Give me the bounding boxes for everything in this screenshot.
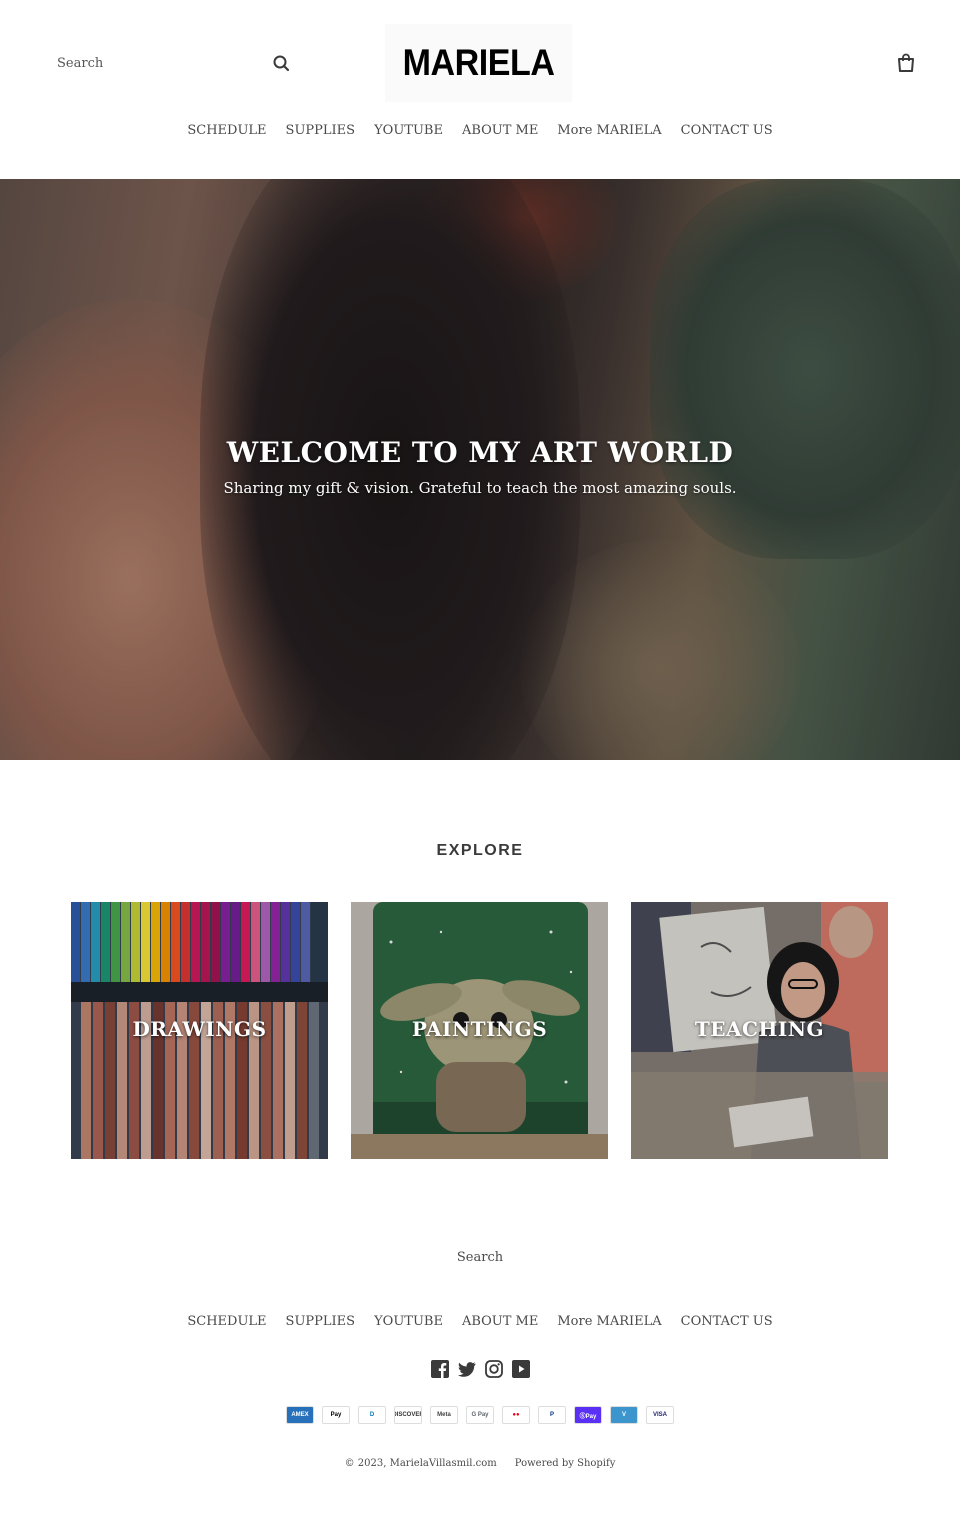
logo-text: MARIELA — [402, 42, 555, 83]
nav-item-youtube[interactable]: YOUTUBE — [365, 123, 453, 138]
meta-pay-icon: Meta — [430, 1406, 458, 1424]
nav-item-schedule[interactable]: SCHEDULE — [178, 123, 276, 138]
nav-item-supplies[interactable]: SUPPLIES — [276, 123, 365, 138]
explore-heading: EXPLORE — [436, 842, 524, 859]
amex-icon: AMEX — [286, 1406, 314, 1424]
tile-label-paintings: PAINTINGS — [411, 1017, 548, 1041]
collection-tile-paintings[interactable]: PAINTINGS — [351, 902, 608, 1159]
footer-nav-item-about-me[interactable]: ABOUT ME — [452, 1314, 547, 1329]
mastercard-icon: ●● — [502, 1406, 530, 1424]
footer-nav-item-youtube[interactable]: YOUTUBE — [365, 1314, 453, 1329]
twitter-icon[interactable] — [457, 1360, 476, 1378]
site-header: MARIELA SCHEDULE SUPPLIES YOUTUBE ABOUT … — [0, 0, 960, 179]
youtube-icon[interactable] — [511, 1360, 530, 1378]
collection-tile-drawings[interactable]: DRAWINGS — [71, 902, 328, 1159]
diners-club-icon: D — [358, 1406, 386, 1424]
discover-icon: DISCOVER — [394, 1406, 422, 1424]
collection-tile-teaching[interactable]: TEACHING — [631, 902, 888, 1159]
shop-pay-icon: ⓈPay — [574, 1406, 602, 1424]
google-pay-icon: G Pay — [466, 1406, 494, 1424]
cart-icon[interactable] — [895, 52, 917, 74]
footer-nav-item-schedule[interactable]: SCHEDULE — [178, 1314, 276, 1329]
tile-label-teaching: TEACHING — [694, 1017, 825, 1041]
footer-nav: SCHEDULE SUPPLIES YOUTUBE ABOUT ME More … — [0, 1314, 960, 1329]
powered-by-link[interactable]: Powered by Shopify — [515, 1458, 616, 1469]
visa-icon: VISA — [646, 1406, 674, 1424]
footer-nav-item-contact-us[interactable]: CONTACT US — [671, 1314, 782, 1329]
nav-item-contact-us[interactable]: CONTACT US — [671, 123, 782, 138]
main-nav: SCHEDULE SUPPLIES YOUTUBE ABOUT ME More … — [0, 123, 960, 138]
copyright: © 2023, MarielaVillasmil.com Powered by … — [0, 1458, 960, 1469]
social-links — [0, 1360, 960, 1378]
footer-search-link[interactable]: Search — [0, 1250, 960, 1265]
hero-banner: WELCOME TO MY ART WORLD Sharing my gift … — [0, 179, 960, 760]
header-search — [45, 44, 300, 82]
search-input[interactable] — [45, 55, 255, 71]
hero-subtitle: Sharing my gift & vision. Grateful to te… — [223, 479, 737, 497]
tile-label-drawings: DRAWINGS — [132, 1017, 267, 1041]
apple-pay-icon: Pay — [322, 1406, 350, 1424]
payment-icons: AMEX Pay D DISCOVER Meta G Pay ●● P ⓈPay V VISA — [0, 1406, 960, 1424]
facebook-icon[interactable] — [430, 1360, 449, 1378]
footer-nav-item-supplies[interactable]: SUPPLIES — [276, 1314, 365, 1329]
hero-overlay — [0, 179, 960, 760]
paypal-icon: P — [538, 1406, 566, 1424]
copyright-link[interactable]: © 2023, MarielaVillasmil.com — [345, 1458, 497, 1469]
nav-item-about-me[interactable]: ABOUT ME — [452, 123, 547, 138]
venmo-icon: V — [610, 1406, 638, 1424]
nav-item-more-mariela[interactable]: More MARIELA — [548, 123, 671, 138]
hero-title: WELCOME TO MY ART WORLD — [226, 436, 734, 469]
site-logo[interactable]: MARIELA — [385, 24, 572, 102]
instagram-icon[interactable] — [484, 1360, 503, 1378]
search-icon[interactable] — [271, 53, 293, 75]
footer-nav-item-more-mariela[interactable]: More MARIELA — [548, 1314, 671, 1329]
